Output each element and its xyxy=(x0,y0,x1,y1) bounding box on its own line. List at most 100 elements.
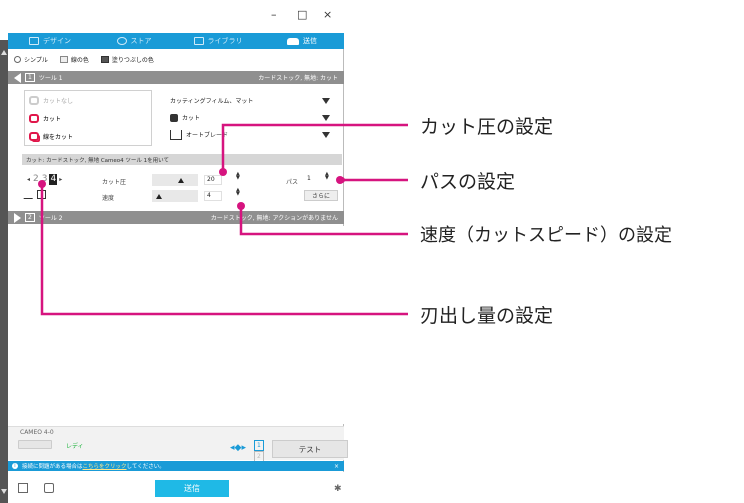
action-line-cut[interactable]: 線をカット xyxy=(25,127,151,145)
callout-passes-label: パスの設定 xyxy=(420,171,516,193)
info-prefix: 接続に問題がある場合は xyxy=(22,464,83,470)
force-slider[interactable] xyxy=(152,174,198,186)
tool-holder-selector[interactable]: 1 2 xyxy=(254,440,264,462)
action-no-cut-label: カットなし xyxy=(43,97,74,105)
callout-speed-label: 速度（カットスピード）の設定 xyxy=(420,225,672,246)
material-value: カッティングフィルム、マット xyxy=(170,98,254,105)
library-toggle-icon[interactable] xyxy=(18,483,28,493)
blank-icons xyxy=(23,190,46,199)
mode-selector: シンプル 線の色 塗りつぶしの色 xyxy=(8,49,344,69)
gear-icon[interactable]: ✱ xyxy=(334,484,342,494)
machine-icon xyxy=(18,440,52,449)
speed-spinner[interactable]: ▲ ▼ xyxy=(236,188,240,197)
mode-line-color[interactable]: 線の色 xyxy=(59,55,89,64)
cut-settings: ◂ 2 3 4 ▸ カット圧 20 ▲ ▼ 速度 4 ▲ ▼ パス 1 ▲ ▼ さらに xyxy=(22,168,345,206)
grid-icon xyxy=(29,37,39,45)
tab-store[interactable]: ストア xyxy=(92,33,176,49)
material-dropdown[interactable]: カッティングフィルム、マット xyxy=(170,92,330,109)
tool1-header[interactable]: 1 ツール 1 カードストック, 無地: カット xyxy=(8,71,344,84)
action-cut[interactable]: カット xyxy=(25,109,151,127)
mode-line-color-label: 線の色 xyxy=(70,56,89,64)
mode-simple[interactable]: シンプル xyxy=(14,55,48,64)
machine-status: CAMEO 4-0 レディ ◂◆▸ 1 2 テスト xyxy=(8,426,348,462)
more-button[interactable]: さらに xyxy=(304,190,338,201)
action-line-cut-label: 線をカット xyxy=(43,133,74,141)
info-suffix: してください。 xyxy=(126,464,165,470)
no-cut-icon xyxy=(29,95,39,105)
square-icon xyxy=(37,190,46,199)
line-color-icon xyxy=(59,55,68,63)
scroll-up-icon[interactable] xyxy=(1,50,7,55)
speed-slider-knob[interactable] xyxy=(156,194,162,199)
tool2-material: カードストック, 無地: アクションがありません xyxy=(210,215,338,222)
tab-store-label: ストア xyxy=(130,37,152,45)
silhouette-studio-send-panel: – □ × デザイン ストア ライブラリ 送信 シンプル 線の色 塗りつぶしの色… xyxy=(0,0,348,503)
depth-value[interactable]: 2 xyxy=(32,174,40,185)
tool1-name: ツール 1 xyxy=(38,75,63,82)
connection-info-bar: i 接続に問題がある場合は こちらをクリック してください。 × xyxy=(8,461,344,471)
action-no-cut[interactable]: カットなし xyxy=(25,91,151,109)
action-icon xyxy=(170,113,178,122)
tutorial-icon[interactable] xyxy=(44,483,54,493)
passes-value[interactable]: 1 xyxy=(305,175,323,185)
bottom-bar: 送信 ✱ xyxy=(8,472,344,503)
tool2-number: 2 xyxy=(25,213,35,222)
tool2-header[interactable]: 2 ツール 2 カードストック, 無地: アクションがありません xyxy=(8,211,344,224)
library-icon xyxy=(193,37,204,45)
tab-library-label: ライブラリ xyxy=(207,37,243,45)
chevron-down-icon xyxy=(322,97,330,104)
mode-fill-color[interactable]: 塗りつぶしの色 xyxy=(100,55,154,64)
cut-condition-text: カット: カードストック, 無地 Cameo4 ツール 1を用いて xyxy=(26,157,169,164)
tool-value: オートブレード xyxy=(186,132,229,139)
info-link[interactable]: こちらをクリック xyxy=(83,462,127,470)
left-scrollbar[interactable] xyxy=(0,40,8,503)
maximize-button[interactable]: □ xyxy=(297,8,307,21)
minimize-button[interactable]: – xyxy=(271,8,277,21)
force-spinner[interactable]: ▲ ▼ xyxy=(236,172,240,181)
cut-condition-bar: カット: カードストック, 無地 Cameo4 ツール 1を用いて xyxy=(22,154,342,165)
force-slider-knob[interactable] xyxy=(178,178,184,183)
ready-status: レディ xyxy=(66,443,84,450)
tab-design[interactable]: デザイン xyxy=(8,33,92,49)
action-cut-label: カット xyxy=(43,115,62,123)
scroll-down-icon[interactable] xyxy=(1,489,7,494)
fill-color-icon xyxy=(100,55,109,63)
tab-send-label: 送信 xyxy=(303,37,317,45)
speed-slider[interactable] xyxy=(152,190,198,202)
panel-body xyxy=(8,226,344,424)
chevron-down-icon xyxy=(322,131,330,138)
info-close-button[interactable]: × xyxy=(334,463,339,470)
depth-right-arrow[interactable]: ▸ xyxy=(58,174,63,185)
tool1-number: 1 xyxy=(25,73,35,82)
send-button[interactable]: 送信 xyxy=(155,480,229,497)
main-tabs: デザイン ストア ライブラリ 送信 xyxy=(8,33,344,49)
close-button[interactable]: × xyxy=(323,8,332,21)
cut-icon xyxy=(29,113,39,123)
info-icon: i xyxy=(12,463,18,469)
force-value[interactable]: 20 xyxy=(204,175,222,185)
tab-library[interactable]: ライブラリ xyxy=(176,33,260,49)
action-dropdown[interactable]: カット xyxy=(170,109,330,126)
radio-icon xyxy=(14,55,21,63)
callout-force-label: カット圧の設定 xyxy=(420,116,554,138)
depth-value[interactable]: 3 xyxy=(40,174,49,185)
tool-holder-1[interactable]: 1 xyxy=(254,440,264,451)
tab-design-label: デザイン xyxy=(43,37,71,45)
callout-depth-label: 刃出し量の設定 xyxy=(420,305,554,327)
title-bar: – □ × xyxy=(0,0,344,33)
passes-spinner[interactable]: ▲ ▼ xyxy=(325,172,329,181)
tool-dropdown[interactable]: オートブレード xyxy=(170,126,330,143)
speed-value[interactable]: 4 xyxy=(204,191,222,201)
tool2-name: ツール 2 xyxy=(38,215,63,222)
line-cut-icon xyxy=(29,131,39,141)
depth-value-selected[interactable]: 4 xyxy=(49,174,58,185)
move-arrows-icon[interactable]: ◂◆▸ xyxy=(230,443,246,453)
tab-send[interactable]: 送信 xyxy=(260,33,344,49)
blade-depth-control[interactable]: ◂ 2 3 4 ▸ xyxy=(26,174,63,185)
collapse-icon[interactable] xyxy=(14,72,21,83)
depth-left-arrow[interactable]: ◂ xyxy=(26,174,31,185)
test-button[interactable]: テスト xyxy=(272,440,348,458)
expand-icon[interactable] xyxy=(14,212,21,223)
settings-dropdowns: カッティングフィルム、マット カット オートブレード xyxy=(170,92,330,144)
callout-dot xyxy=(339,177,345,183)
